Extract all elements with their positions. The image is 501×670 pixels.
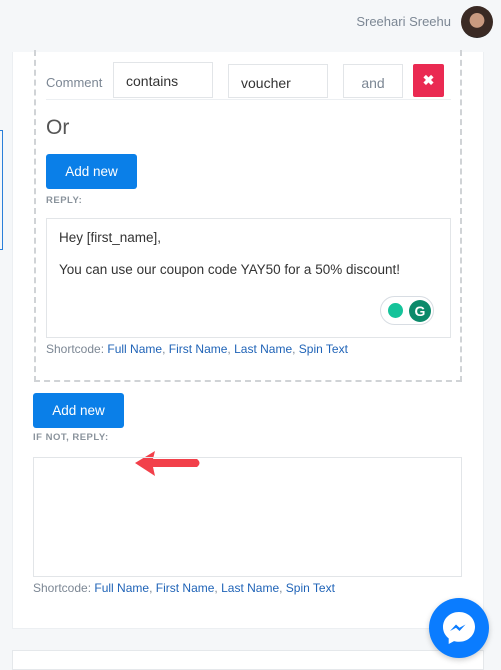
shortcode-spin-text[interactable]: Spin Text	[286, 581, 335, 595]
shortcode-first-name[interactable]: First Name	[169, 342, 228, 356]
shortcode-last-name[interactable]: Last Name	[221, 581, 279, 595]
next-card	[12, 650, 484, 670]
shortcode-full-name[interactable]: Full Name	[107, 342, 162, 356]
shortcode-full-name[interactable]: Full Name	[94, 581, 149, 595]
reply-line: You can use our coupon code YAY50 for a …	[59, 262, 400, 277]
top-bar: Sreehari Sreehu	[0, 0, 501, 50]
avatar[interactable]	[461, 6, 493, 38]
add-new-group-button[interactable]: Add new	[33, 393, 124, 428]
shortcode-label: Shortcode:	[33, 581, 92, 595]
or-label: Or	[46, 116, 70, 139]
grammarly-icon[interactable]: G	[409, 300, 431, 322]
condition-group: Comment contains voucher and ✖ Or Add ne…	[34, 50, 462, 382]
close-icon: ✖	[422, 72, 435, 88]
shortcode-label: Shortcode:	[46, 342, 105, 356]
add-new-condition-button[interactable]: Add new	[46, 154, 137, 189]
lightbulb-icon[interactable]	[388, 303, 403, 318]
user-name[interactable]: Sreehari Sreehu	[356, 14, 451, 29]
condition-row: Comment contains voucher and ✖	[46, 62, 451, 100]
messenger-chat-button[interactable]	[429, 598, 489, 658]
shortcode-list: Shortcode: Full Name, First Name, Last N…	[46, 342, 348, 356]
delete-condition-button[interactable]: ✖	[413, 64, 444, 97]
condition-label: Comment	[46, 75, 103, 90]
shortcode-first-name[interactable]: First Name	[156, 581, 215, 595]
reply-textarea[interactable]: Hey [first_name], You can use our coupon…	[46, 218, 451, 338]
shortcode-list: Shortcode: Full Name, First Name, Last N…	[33, 581, 335, 595]
reply-caption: REPLY:	[46, 195, 83, 206]
if-not-reply-textarea[interactable]	[33, 457, 462, 577]
shortcode-spin-text[interactable]: Spin Text	[299, 342, 348, 356]
grammarly-widget[interactable]: G	[380, 296, 434, 325]
shortcode-last-name[interactable]: Last Name	[234, 342, 292, 356]
messenger-icon	[443, 612, 475, 644]
reply-line: Hey [first_name],	[59, 230, 162, 245]
operator-select[interactable]: contains	[113, 62, 213, 98]
keyword-input[interactable]: voucher	[228, 64, 328, 98]
rule-card: Comment contains voucher and ✖ Or Add ne…	[12, 50, 484, 629]
sidebar-panel	[0, 130, 3, 250]
if-not-reply-caption: IF NOT, REPLY:	[33, 432, 109, 443]
joiner-select[interactable]: and	[343, 64, 403, 98]
